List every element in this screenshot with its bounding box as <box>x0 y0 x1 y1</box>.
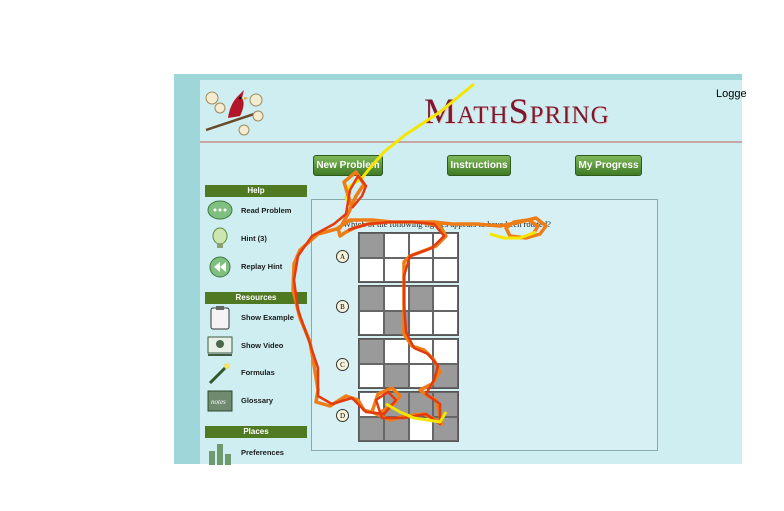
trace-orange <box>291 170 548 426</box>
gaze-trace-overlay <box>291 82 548 426</box>
